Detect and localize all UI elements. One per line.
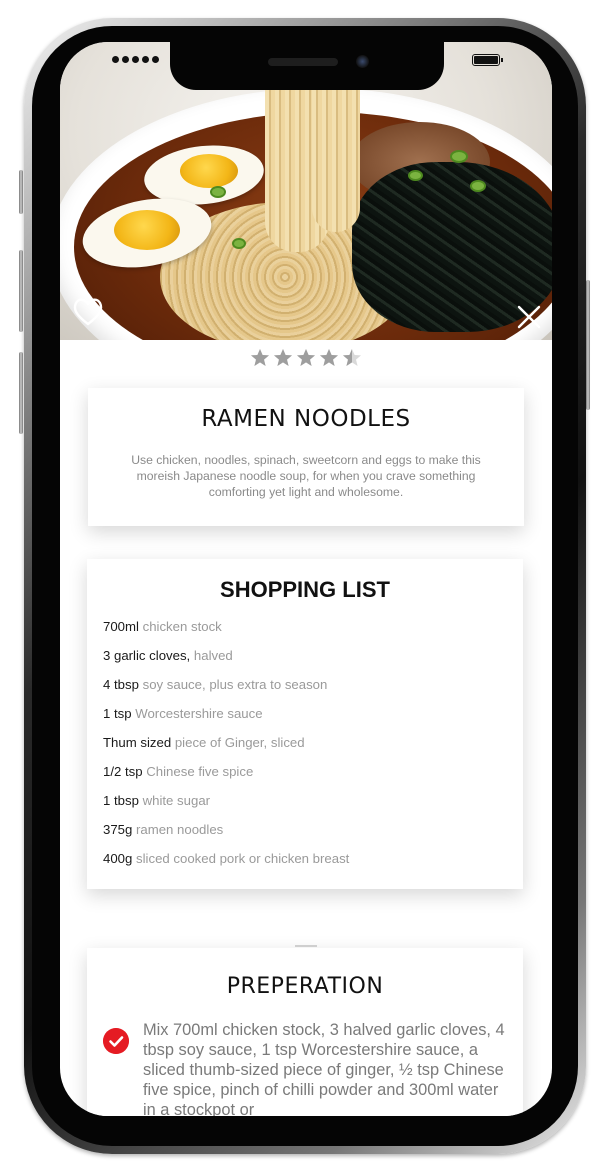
power-button	[586, 280, 590, 410]
list-item: 400g sliced cooked pork or chicken breas…	[103, 851, 350, 866]
list-item: 3 garlic cloves, halved	[103, 648, 233, 663]
close-icon[interactable]	[516, 304, 542, 330]
recipe-summary-card: RAMEN NOODLES Use chicken, noodles, spin…	[88, 388, 524, 526]
battery-icon	[472, 54, 503, 66]
list-item: 375g ramen noodles	[103, 822, 224, 837]
star-icon[interactable]	[342, 348, 362, 368]
volume-down-button	[19, 352, 23, 434]
recipe-title: RAMEN NOODLES	[201, 406, 411, 432]
list-item: 1/2 tsp Chinese five spice	[103, 764, 254, 779]
star-rating[interactable]	[250, 348, 362, 368]
star-icon[interactable]	[319, 348, 339, 368]
app-screen: RAMEN NOODLES Use chicken, noodles, spin…	[60, 42, 552, 1116]
drag-handle[interactable]	[295, 945, 317, 947]
star-icon[interactable]	[250, 348, 270, 368]
shopping-list-title: SHOPPING LIST	[220, 577, 390, 602]
notch	[170, 42, 444, 90]
star-icon[interactable]	[296, 348, 316, 368]
preparation-step-text: Mix 700ml chicken stock, 3 halved garlic…	[143, 1021, 505, 1116]
shopping-list: 700ml chicken stock 3 garlic cloves, hal…	[103, 619, 349, 880]
list-item: 4 tbsp soy sauce, plus extra to season	[103, 677, 328, 692]
list-item: 700ml chicken stock	[103, 619, 222, 634]
shopping-list-card: SHOPPING LIST 700ml chicken stock 3 garl…	[87, 559, 523, 889]
list-item: 1 tsp Worcestershire sauce	[103, 706, 263, 721]
preparation-card: PREPERATION Mix 700ml chicken stock, 3 h…	[87, 945, 523, 1116]
cellular-signal-icon	[112, 56, 159, 64]
check-circle-icon[interactable]	[103, 1028, 129, 1054]
list-item: 1 tbsp white sugar	[103, 793, 211, 808]
list-item: Thum sized piece of Ginger, sliced	[103, 735, 305, 750]
volume-up-button	[19, 250, 23, 332]
heart-outline-icon[interactable]	[72, 297, 104, 327]
recipe-description: Use chicken, noodles, spinach, sweetcorn…	[131, 453, 481, 499]
silent-switch	[19, 170, 23, 214]
preparation-title: PREPERATION	[226, 974, 384, 999]
star-icon[interactable]	[273, 348, 293, 368]
